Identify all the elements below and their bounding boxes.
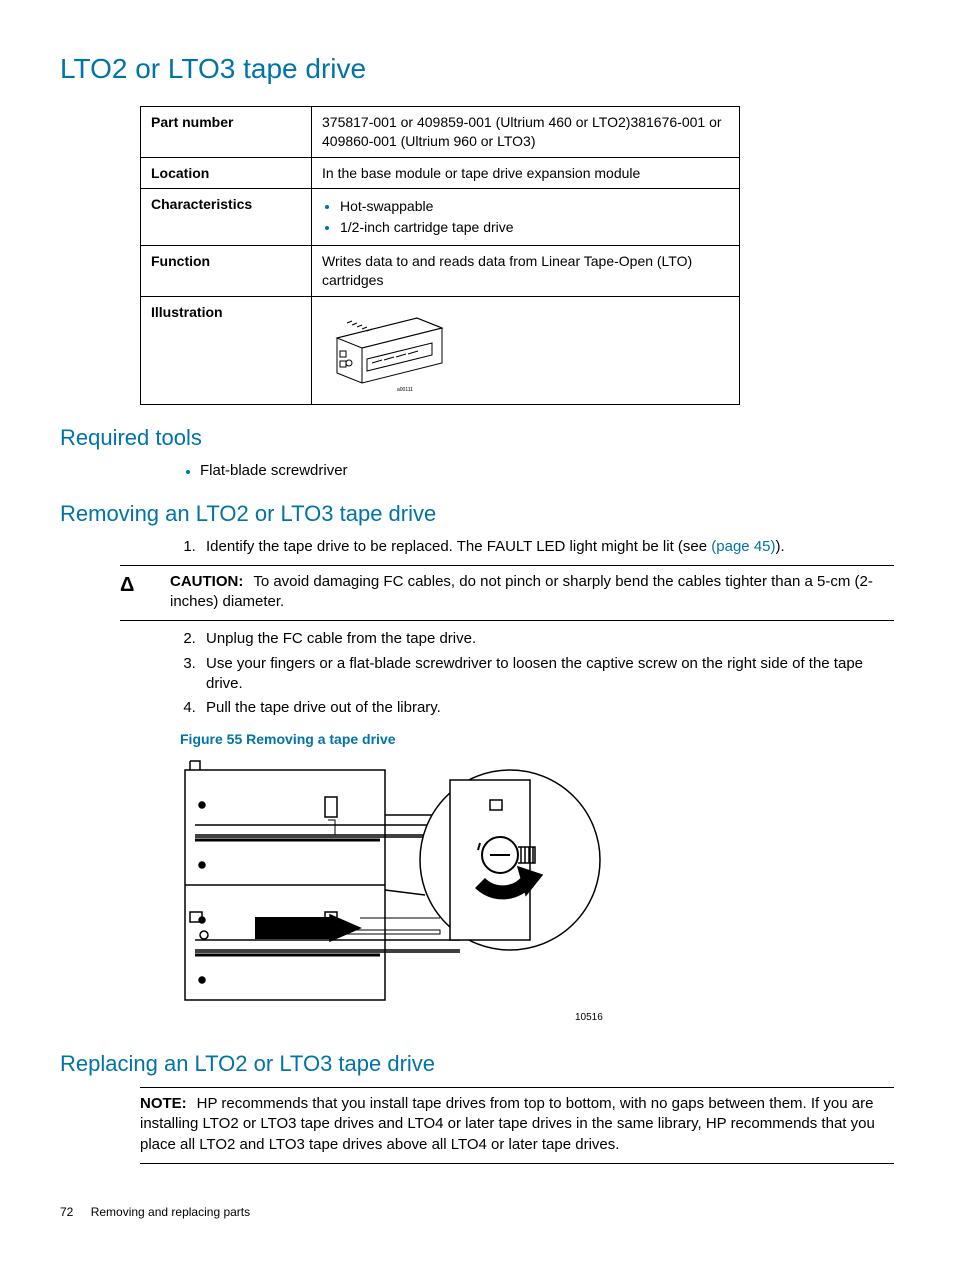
list-item: Hot-swappable [340, 197, 729, 216]
tape-drive-illustration: a00111 [322, 303, 452, 393]
steps-list: Identify the tape drive to be replaced. … [60, 537, 894, 557]
spec-value: Hot-swappable 1/2-inch cartridge tape dr… [312, 189, 740, 246]
table-row: Part number 375817-001 or 409859-001 (Ul… [141, 106, 740, 157]
figure-ref: 10516 [575, 1012, 603, 1023]
footer-section: Removing and replacing parts [91, 1205, 250, 1219]
note-label: NOTE: [140, 1095, 187, 1112]
table-row: Function Writes data to and reads data f… [141, 246, 740, 297]
note-callout: NOTE:HP recommends that you install tape… [140, 1087, 894, 1164]
svg-text:a00111: a00111 [397, 387, 413, 393]
spec-label: Characteristics [141, 189, 312, 246]
figure-caption: Figure 55 Removing a tape drive [180, 730, 894, 749]
page-45-link[interactable]: (page 45) [711, 538, 775, 555]
spec-label: Location [141, 157, 312, 189]
list-item: Flat-blade screwdriver [200, 461, 894, 481]
caution-icon: Δ [120, 572, 170, 599]
figure-55: 10516 [180, 755, 894, 1031]
step-text: ). [776, 538, 785, 555]
spec-value: 375817-001 or 409859-001 (Ultrium 460 or… [312, 106, 740, 157]
step-2: Unplug the FC cable from the tape drive. [200, 629, 894, 649]
step-4: Pull the tape drive out of the library. [200, 698, 894, 718]
removing-tape-drive-illustration: 10516 [180, 755, 610, 1025]
table-row: Illustration a00111 [141, 297, 740, 405]
spec-table: Part number 375817-001 or 409859-001 (Ul… [140, 106, 740, 405]
caution-callout: Δ CAUTION:To avoid damaging FC cables, d… [120, 565, 894, 622]
table-row: Characteristics Hot-swappable 1/2-inch c… [141, 189, 740, 246]
spec-label: Illustration [141, 297, 312, 405]
caution-label: CAUTION: [170, 573, 243, 590]
page-title: LTO2 or LTO3 tape drive [60, 50, 894, 88]
spec-value: In the base module or tape drive expansi… [312, 157, 740, 189]
list-item: 1/2-inch cartridge tape drive [340, 218, 729, 237]
tools-list: Flat-blade screwdriver [60, 461, 894, 481]
page-number: 72 [60, 1205, 73, 1219]
step-text: Identify the tape drive to be replaced. … [206, 538, 711, 555]
table-row: Location In the base module or tape driv… [141, 157, 740, 189]
steps-list-cont: Unplug the FC cable from the tape drive.… [60, 629, 894, 718]
spec-label: Part number [141, 106, 312, 157]
spec-value: Writes data to and reads data from Linea… [312, 246, 740, 297]
section-heading-required-tools: Required tools [60, 423, 894, 453]
spec-label: Function [141, 246, 312, 297]
section-heading-removing: Removing an LTO2 or LTO3 tape drive [60, 499, 894, 529]
spec-illustration: a00111 [312, 297, 740, 405]
note-text: HP recommends that you install tape driv… [140, 1095, 875, 1153]
step-1: Identify the tape drive to be replaced. … [200, 537, 894, 557]
step-3: Use your fingers or a flat-blade screwdr… [200, 654, 894, 695]
caution-text: To avoid damaging FC cables, do not pinc… [170, 573, 873, 610]
page-footer: 72 Removing and replacing parts [60, 1204, 894, 1220]
section-heading-replacing: Replacing an LTO2 or LTO3 tape drive [60, 1049, 894, 1079]
